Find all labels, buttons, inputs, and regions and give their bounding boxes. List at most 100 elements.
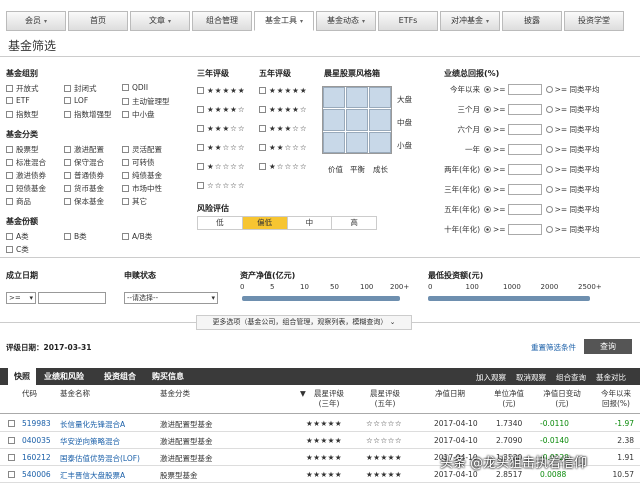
style-cell[interactable]	[346, 131, 368, 153]
style-cell[interactable]	[323, 87, 345, 109]
fund-name[interactable]: 长信量化先锋混合A	[60, 419, 125, 430]
rating-option[interactable]: ★★★★★	[259, 86, 308, 95]
nav-range-slider[interactable]	[242, 296, 400, 301]
checkbox-icon[interactable]	[8, 437, 15, 444]
checkbox-option[interactable]: 封闭式	[64, 83, 97, 94]
risk-level[interactable]: 中	[288, 217, 333, 229]
checkbox-icon[interactable]	[64, 146, 71, 153]
checkbox-icon[interactable]	[6, 159, 13, 166]
column-header[interactable]: 晨星评级 (三年)	[306, 389, 352, 409]
checkbox-option[interactable]: 指数增强型	[64, 109, 112, 120]
checkbox-icon[interactable]	[64, 85, 71, 92]
result-tab[interactable]: 快照	[8, 368, 36, 385]
checkbox-icon[interactable]	[259, 106, 266, 113]
radio-icon[interactable]	[545, 106, 553, 113]
nav-tab[interactable]: 组合管理	[192, 11, 252, 31]
checkbox-option[interactable]: 指数型	[6, 109, 39, 120]
checkbox-option[interactable]: LOF	[64, 96, 88, 105]
radio-icon[interactable]	[545, 166, 553, 173]
nav-tab[interactable]: 基金工具 ▾	[254, 11, 314, 31]
radio-icon[interactable]	[484, 186, 491, 193]
performance-input[interactable]	[507, 144, 542, 155]
checkbox-icon[interactable]	[64, 97, 71, 104]
rating-option[interactable]: ★☆☆☆☆	[197, 162, 246, 171]
checkbox-icon[interactable]	[197, 144, 204, 151]
checkbox-option[interactable]: A类	[6, 231, 29, 242]
checkbox-icon[interactable]	[259, 87, 266, 94]
fund-name[interactable]: 汇丰晋信大盘股票A	[60, 470, 125, 481]
checkbox-icon[interactable]	[8, 454, 15, 461]
checkbox-icon[interactable]	[122, 84, 129, 91]
checkbox-icon[interactable]	[197, 182, 204, 189]
checkbox-option[interactable]: 开放式	[6, 83, 39, 94]
fund-code[interactable]: 040035	[22, 436, 51, 445]
checkbox-icon[interactable]	[6, 172, 13, 179]
performance-input[interactable]	[507, 164, 542, 175]
radio-icon[interactable]	[545, 206, 553, 213]
checkbox-icon[interactable]	[6, 246, 13, 253]
style-cell[interactable]	[346, 109, 368, 131]
checkbox-icon[interactable]	[64, 159, 71, 166]
checkbox-icon[interactable]	[122, 159, 129, 166]
checkbox-icon[interactable]	[122, 146, 129, 153]
checkbox-option[interactable]: A/B类	[122, 231, 152, 242]
style-cell[interactable]	[346, 87, 368, 109]
rating-option[interactable]: ★☆☆☆☆	[259, 162, 308, 171]
checkbox-option[interactable]: 保守混合	[64, 157, 104, 168]
nav-tab[interactable]: 基金动态 ▾	[316, 11, 376, 31]
nav-tab[interactable]: 对冲基金 ▾	[440, 11, 500, 31]
result-action[interactable]: 组合查询	[556, 372, 586, 383]
checkbox-icon[interactable]	[64, 233, 71, 240]
checkbox-option[interactable]: ETF	[6, 96, 30, 105]
checkbox-option[interactable]: 保本基金	[64, 196, 104, 207]
radio-icon[interactable]	[545, 86, 553, 93]
checkbox-option[interactable]: QDII	[122, 83, 148, 92]
checkbox-icon[interactable]	[197, 106, 204, 113]
checkbox-option[interactable]: 中小盘	[122, 109, 155, 120]
risk-level[interactable]: 偏低	[242, 217, 288, 229]
checkbox-icon[interactable]	[6, 146, 13, 153]
rating-option[interactable]: ★★★★☆	[197, 105, 246, 114]
radio-icon[interactable]	[545, 146, 553, 153]
checkbox-option[interactable]: B类	[64, 231, 87, 242]
table-row[interactable]: 040035 华安逆向策略混合 激进配置型基金 ★★★★★ ☆☆☆☆☆ 2017-04-1…	[0, 432, 640, 449]
nav-tab[interactable]: 投资学堂	[564, 11, 624, 31]
rating-option[interactable]: ★★★★★	[197, 86, 246, 95]
checkbox-icon[interactable]	[197, 125, 204, 132]
fund-code[interactable]: 540006	[22, 470, 51, 479]
column-header[interactable]: 今年以来 回报(%)	[596, 389, 636, 409]
result-tab[interactable]: 投资组合	[104, 371, 136, 382]
performance-input[interactable]	[507, 204, 542, 215]
rating-option[interactable]: ☆☆☆☆☆	[197, 181, 246, 190]
checkbox-icon[interactable]	[64, 172, 71, 179]
purchase-select[interactable]: --请选择-- ▾	[124, 292, 218, 304]
nav-tab[interactable]: ETFs	[378, 11, 438, 31]
radio-icon[interactable]	[484, 86, 491, 93]
rating-option[interactable]: ★★☆☆☆	[197, 143, 246, 152]
style-cell[interactable]	[369, 131, 391, 153]
performance-input[interactable]	[507, 184, 542, 195]
style-cell[interactable]	[369, 109, 391, 131]
fund-code[interactable]: 519983	[22, 419, 51, 428]
checkbox-icon[interactable]	[6, 233, 13, 240]
checkbox-option[interactable]: 主动管理型	[122, 96, 170, 107]
rating-option[interactable]: ★★★☆☆	[197, 124, 246, 133]
checkbox-icon[interactable]	[8, 471, 15, 478]
checkbox-option[interactable]: 可转债	[122, 157, 155, 168]
radio-icon[interactable]	[545, 186, 553, 193]
checkbox-option[interactable]: 普通债券	[64, 170, 104, 181]
result-tab[interactable]: 购买信息	[152, 371, 184, 382]
checkbox-option[interactable]: 标准混合	[6, 157, 46, 168]
result-action[interactable]: 基金对比	[596, 372, 626, 383]
radio-icon[interactable]	[484, 166, 491, 173]
result-action[interactable]: 取消观察	[516, 372, 546, 383]
style-box-grid[interactable]	[322, 86, 392, 154]
risk-level[interactable]: 高	[332, 217, 376, 229]
nav-tab[interactable]: 会员 ▾	[6, 11, 66, 31]
min-invest-slider[interactable]	[428, 296, 590, 301]
checkbox-option[interactable]: 激进配置	[64, 144, 104, 155]
performance-input[interactable]	[507, 224, 542, 235]
column-header[interactable]: 净值日变动 (元)	[540, 389, 584, 409]
checkbox-option[interactable]: 激进债券	[6, 170, 46, 181]
checkbox-option[interactable]: 商品	[6, 196, 31, 207]
